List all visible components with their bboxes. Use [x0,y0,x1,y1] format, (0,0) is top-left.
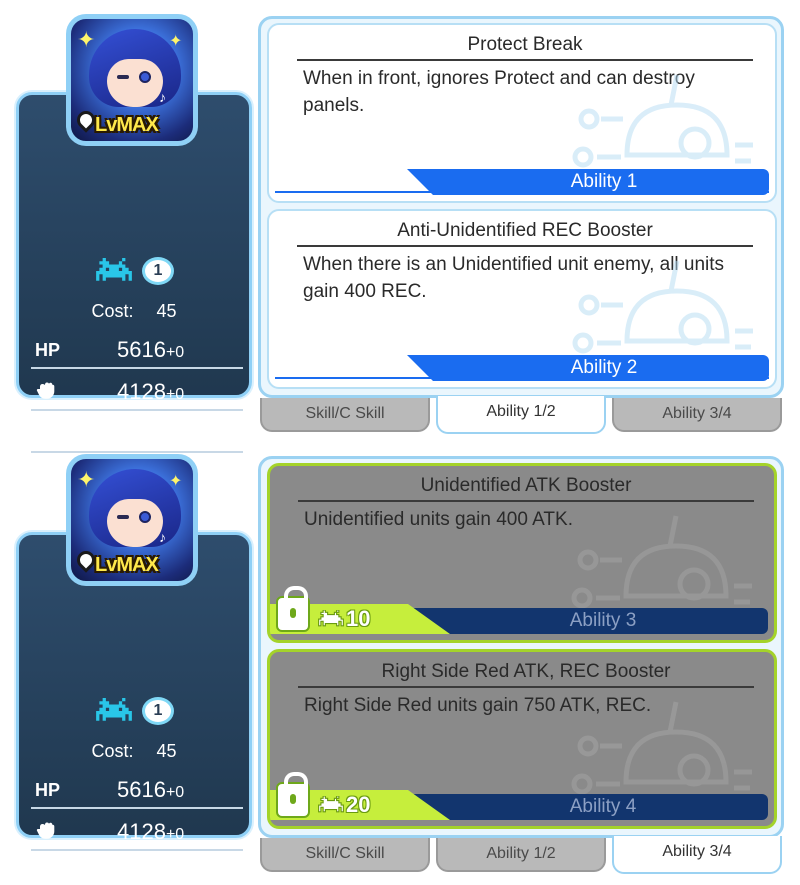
unit-portrait[interactable]: ✦ ✦ ♪ LvMAX [66,14,198,146]
unlock-requirement: 20 [318,792,370,818]
atk-value: 4128+0 [117,379,185,404]
atk-bonus: +0 [165,826,185,843]
cost-value: 45 [156,301,177,321]
heart-icon [35,864,57,882]
abilities-panel: Protect Break When in front, ignores Pro… [258,16,784,398]
cost-label: Cost: [91,301,134,321]
sparkle-icon: ✦ [77,467,96,492]
type-count-badge: 1 [142,697,174,725]
ability-title: Anti-Unidentified REC Booster [297,217,753,247]
unidentified-type-icon [318,796,344,813]
cost-row: Cost: 45 [19,301,249,322]
sparkle-icon: ✦ [77,27,96,52]
ability-card-1[interactable]: Protect Break When in front, ignores Pro… [267,23,777,203]
hp-bonus: +0 [165,784,185,801]
atk-row: 4128+0 [31,809,243,851]
tab-ability-3-4[interactable]: Ability 3/4 [612,398,782,432]
unidentified-type-icon [96,258,132,281]
detail-tabs: Skill/C Skill Ability 1/2 Ability 3/4 [258,396,784,434]
atk-row: 4128+0 [31,369,243,411]
ability-title: Protect Break [297,31,753,61]
ability-bar-label: Ability 3 [569,610,637,631]
ability-title: Right Side Red ATK, REC Booster [298,658,754,688]
atk-value: 4128+0 [117,819,185,844]
hp-label: HP [35,780,61,800]
atk-bonus: +0 [165,386,185,403]
type-count-badge: 1 [142,257,174,285]
ability-bar-label: Ability 4 [569,796,637,817]
lock-icon [276,772,310,818]
music-note-icon: ♪ [159,529,166,545]
ability-card-2[interactable]: Anti-Unidentified REC Booster When there… [267,209,777,389]
mascot-watermark-icon [572,74,753,168]
ability-title: Unidentified ATK Booster [298,472,754,502]
tab-ability-1-2[interactable]: Ability 1/2 [436,396,606,434]
cost-value: 45 [156,741,177,761]
music-note-icon: ♪ [159,89,166,105]
type-row: 1 [19,257,249,285]
cost-row: Cost: 45 [19,741,249,762]
hp-bonus: +0 [165,344,185,361]
mascot-watermark-icon [572,260,753,354]
tab-ability-1-2[interactable]: Ability 1/2 [436,838,606,872]
unidentified-type-icon [318,610,344,627]
level-label: LvMAX [95,114,159,136]
ability-bar-label: Ability 2 [570,357,638,378]
tab-skill[interactable]: Skill/C Skill [260,838,430,872]
hp-label: HP [35,340,61,360]
unidentified-type-icon [96,698,132,721]
abilities-panel: Unidentified ATK Booster Unidentified un… [258,456,784,838]
cost-label: Cost: [91,741,134,761]
lock-icon [276,586,310,632]
detail-tabs: Skill/C Skill Ability 1/2 Ability 3/4 [258,836,784,874]
tab-skill[interactable]: Skill/C Skill [260,398,430,432]
level-label: LvMAX [95,554,159,576]
rec-row: 3002+0 [31,851,243,885]
hp-row: HP 5616+0 [31,327,243,369]
ability-bar-label: Ability 1 [570,171,638,192]
rec-value: 3002+0 [117,861,185,885]
unit-detail-section-2: 1 Cost: 45 HP 5616+0 4128+0 3002+0 ✦ ✦ ♪… [0,440,800,885]
tab-ability-3-4[interactable]: Ability 3/4 [612,836,782,874]
hp-value: 5616+0 [117,337,185,362]
unit-portrait[interactable]: ✦ ✦ ♪ LvMAX [66,454,198,586]
unlock-count: 10 [346,606,371,631]
type-row: 1 [19,697,249,725]
sparkle-icon: ✦ [169,33,183,50]
unlock-requirement: 10 [318,606,370,632]
unlock-count: 20 [346,792,371,817]
ability-card-3[interactable]: Unidentified ATK Booster Unidentified un… [267,463,777,643]
sparkle-icon: ✦ [169,473,183,490]
unit-detail-section-1: 1 Cost: 45 HP 5616+0 4128+0 3002+0 ✦ ✦ ♪… [0,0,800,453]
rec-bonus: +0 [165,868,185,885]
ability-card-4[interactable]: Right Side Red ATK, REC Booster Right Si… [267,649,777,829]
hp-value: 5616+0 [117,777,185,802]
fist-icon [36,822,55,839]
hp-row: HP 5616+0 [31,767,243,809]
fist-icon [36,382,55,399]
